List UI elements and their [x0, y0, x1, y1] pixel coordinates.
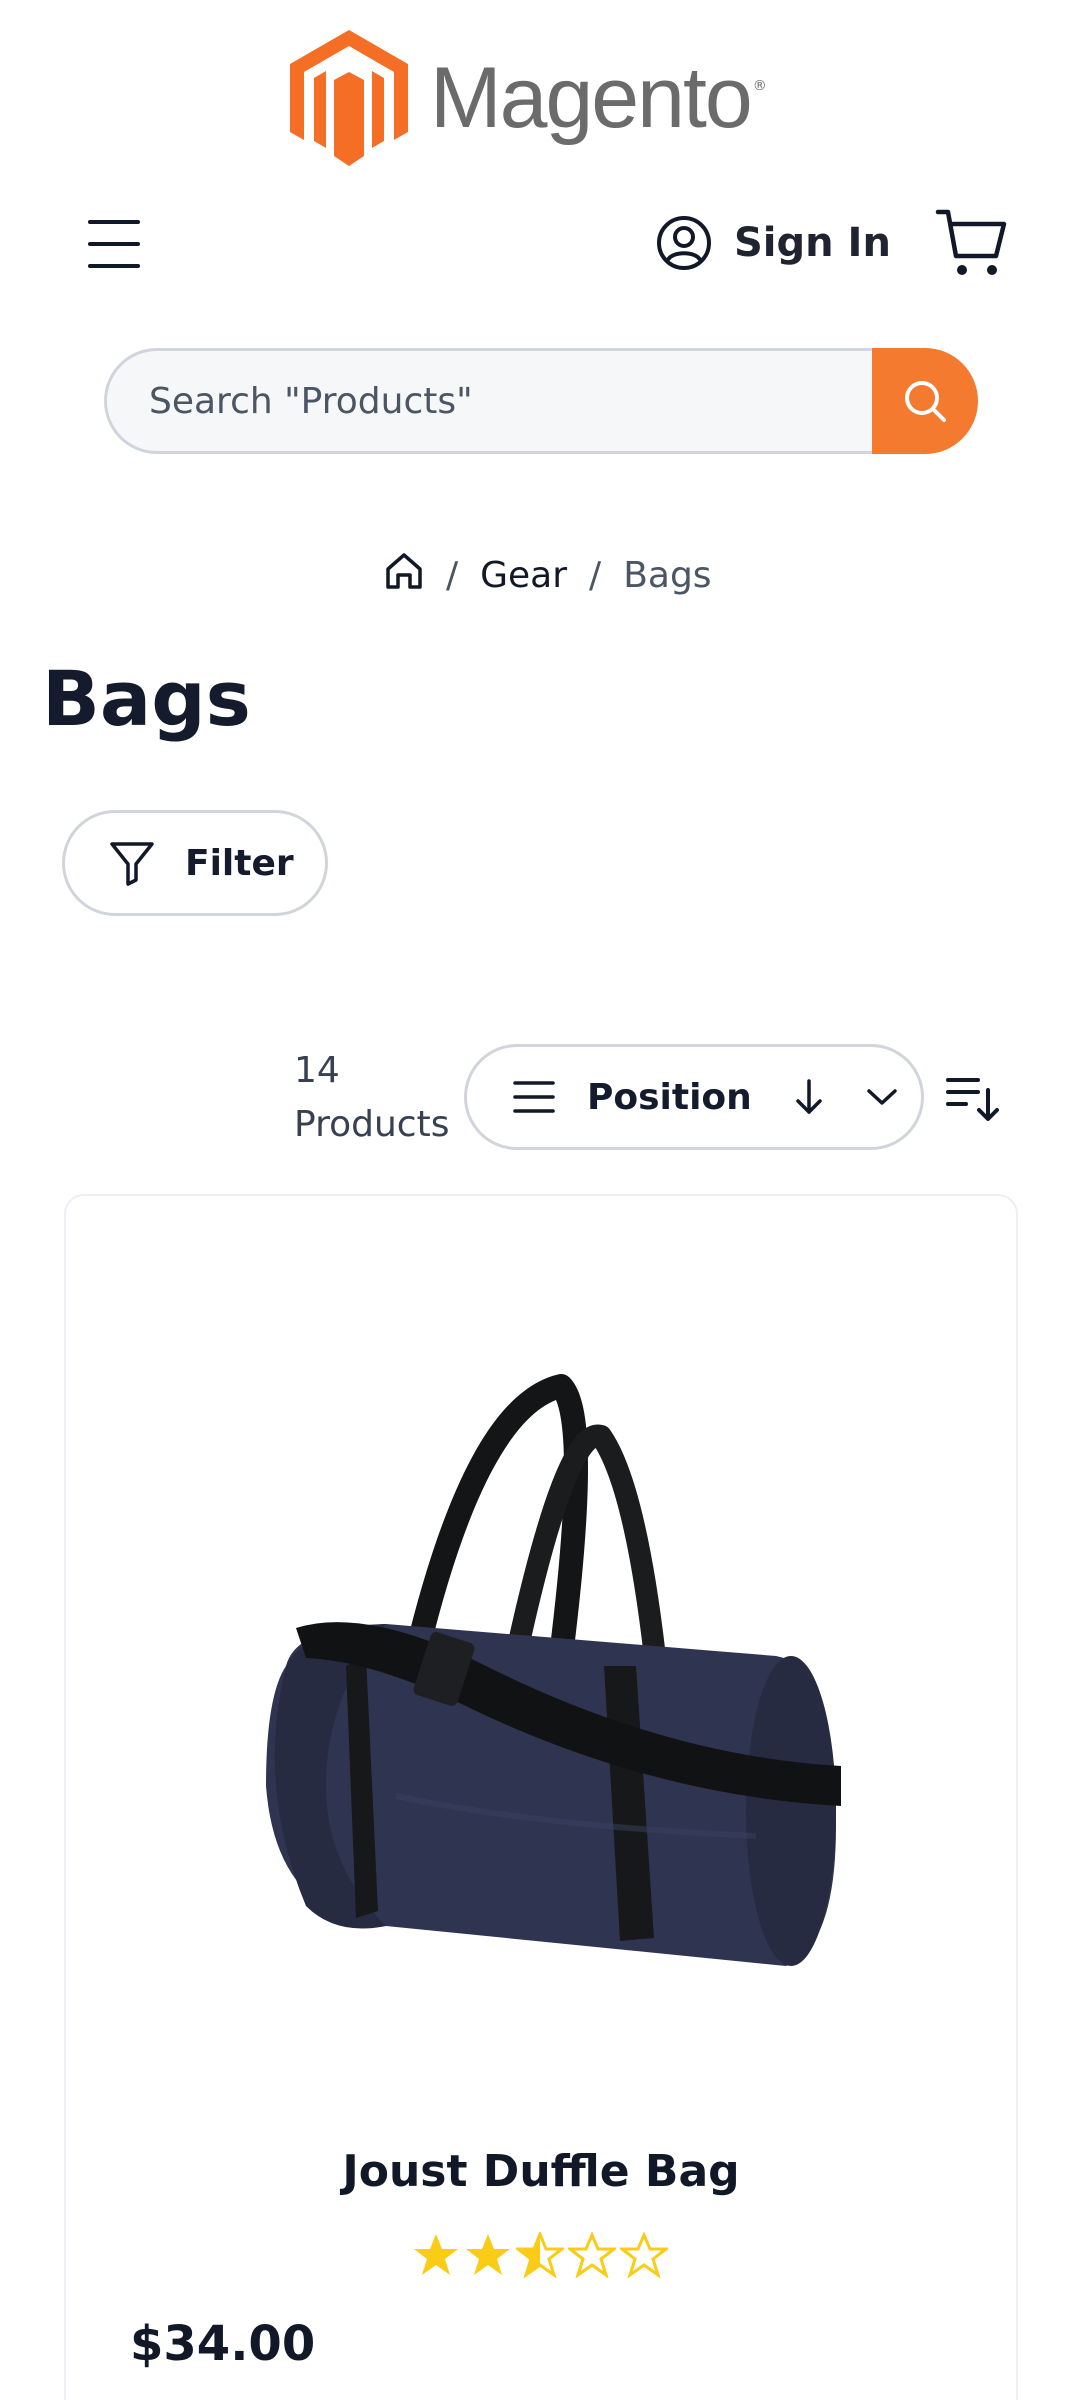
breadcrumb-separator: / [589, 554, 602, 596]
breadcrumb-gear[interactable]: Gear [480, 555, 567, 596]
filter-label: Filter [185, 842, 294, 884]
sort-direction-button[interactable] [944, 1070, 1000, 1126]
sign-in-label: Sign In [734, 220, 891, 266]
sort-select[interactable]: Position [464, 1044, 924, 1150]
filter-icon [110, 842, 154, 886]
logo-wordmark: Magento [430, 50, 753, 146]
star-half-icon [516, 2232, 564, 2278]
breadcrumb: / Gear / Bags [384, 548, 712, 602]
magento-logo[interactable]: Magento ® [290, 30, 767, 166]
search-bar [104, 348, 978, 454]
cart-icon [935, 209, 1007, 275]
home-icon [386, 552, 422, 589]
search-button[interactable] [872, 348, 978, 454]
chevron-down-icon [867, 1089, 897, 1105]
page-title: Bags [42, 654, 251, 743]
star-filled-icon [466, 2234, 510, 2275]
search-icon [905, 381, 946, 422]
product-rating [412, 2232, 672, 2278]
product-name[interactable]: Joust Duffle Bag [66, 2146, 1016, 2197]
user-icon [657, 216, 711, 270]
magento-logo-icon [290, 30, 408, 166]
search-input[interactable] [104, 348, 872, 454]
sort-descending-icon [946, 1078, 999, 1121]
product-card[interactable]: Joust Duffle Bag $34.00 [64, 1194, 1018, 2400]
breadcrumb-bags: Bags [623, 554, 712, 596]
product-price: $34.00 [130, 2316, 316, 2372]
filter-button[interactable]: Filter [62, 810, 328, 916]
sign-in-link[interactable]: Sign In [656, 212, 891, 274]
menu-button[interactable] [86, 216, 146, 272]
star-empty-icon [568, 2232, 616, 2278]
arrow-down-icon [796, 1079, 822, 1114]
logo-registered-mark: ® [752, 78, 767, 94]
breadcrumb-home[interactable] [384, 551, 424, 600]
breadcrumb-separator: / [446, 554, 459, 596]
list-icon [513, 1081, 555, 1113]
product-image[interactable] [216, 1366, 876, 1986]
product-count: 14 Products [294, 1044, 449, 1152]
star-filled-icon [414, 2234, 458, 2275]
product-count-number: 14 [294, 1050, 340, 1091]
sort-select-label: Position [587, 1076, 752, 1118]
product-count-label: Products [294, 1104, 450, 1145]
star-empty-icon [620, 2232, 668, 2278]
hamburger-icon [88, 220, 140, 268]
cart-button[interactable] [934, 206, 1010, 282]
